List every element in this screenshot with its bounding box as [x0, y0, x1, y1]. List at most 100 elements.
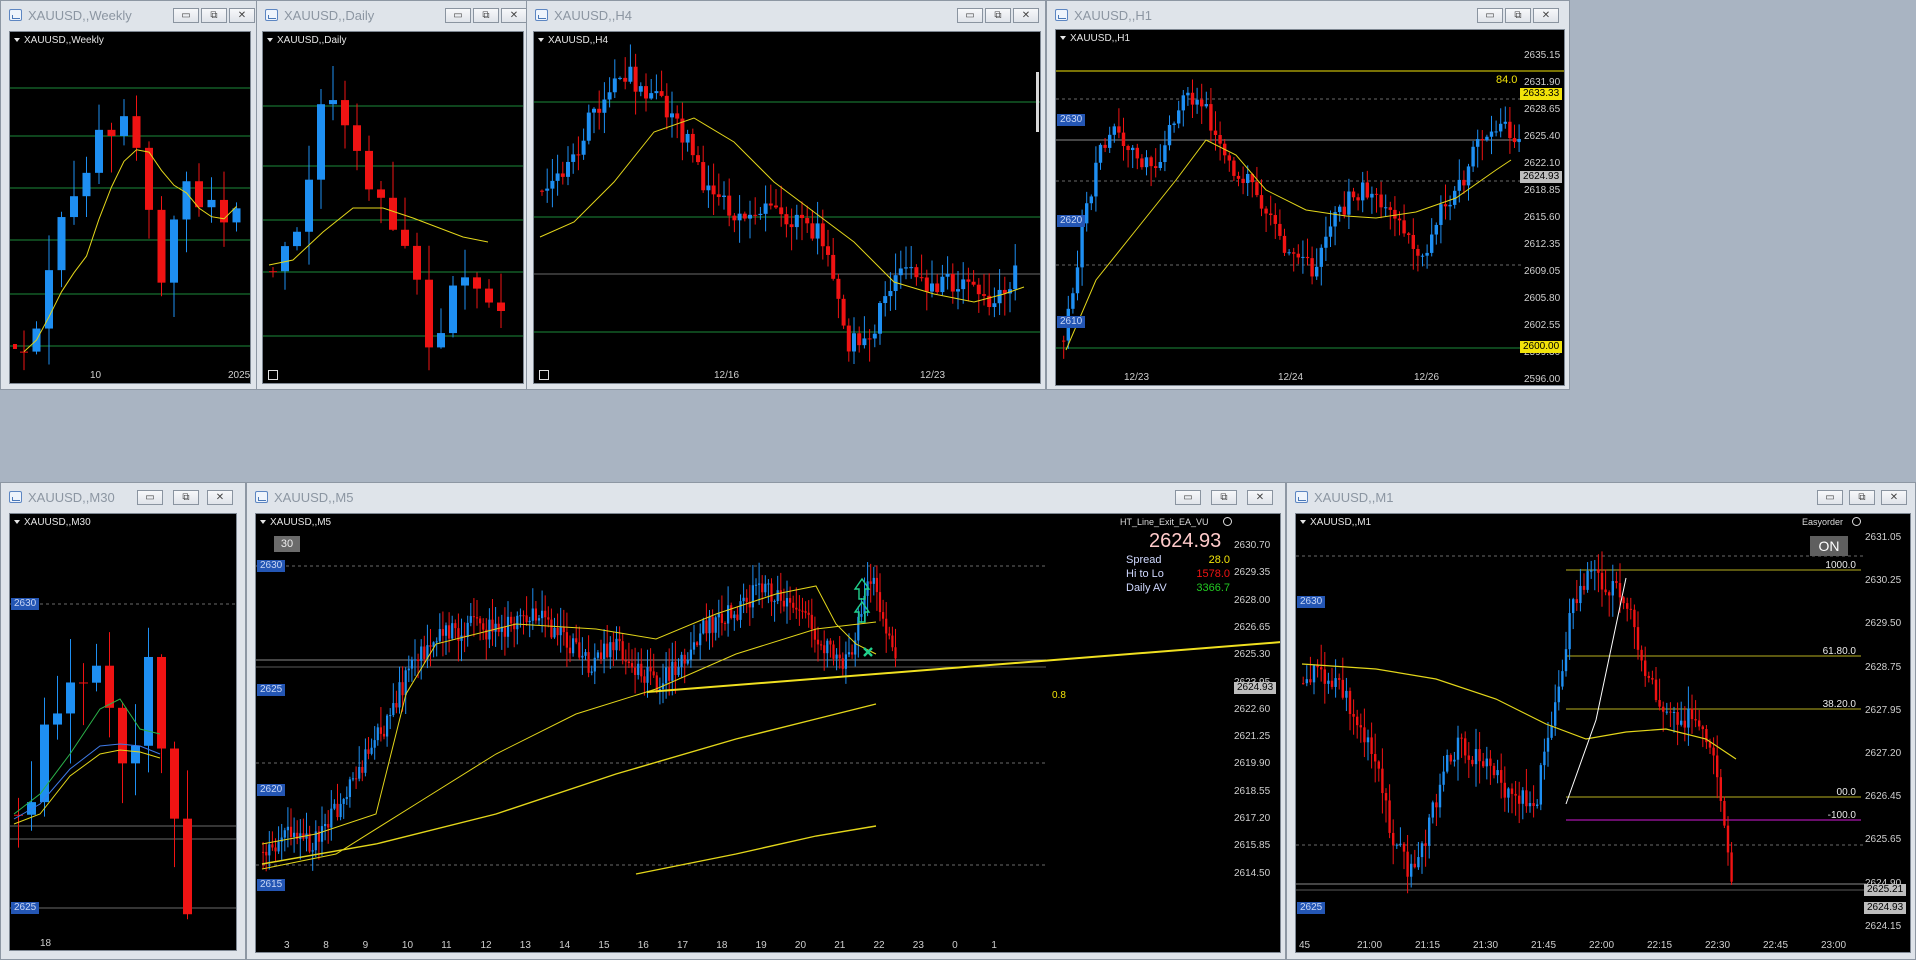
minimize-button[interactable]: ▭: [137, 490, 163, 505]
one-click-trading-icon[interactable]: [268, 370, 278, 380]
close-button[interactable]: ✕: [1533, 8, 1559, 23]
chart-window-m1[interactable]: XAUUSD,,M1 ▭ ⧉ ✕ XAUUSD,,M1 Easyorder ON…: [1286, 482, 1916, 960]
chart-window-h1[interactable]: XAUUSD,,H1 ▭ ⧉ ✕ XAUUSD,,H1 2635.15 2631.…: [1046, 0, 1570, 390]
time-label: 15: [598, 940, 610, 951]
close-button[interactable]: ✕: [1247, 490, 1273, 505]
candle-body: [847, 652, 851, 655]
candle-body: [1177, 110, 1181, 124]
candle-body: [668, 667, 671, 681]
chart-window-icon: [9, 9, 22, 21]
restore-button[interactable]: ⧉: [201, 8, 227, 23]
easyorder-toggle-button[interactable]: ON: [1810, 536, 1848, 556]
minimize-button[interactable]: ▭: [957, 8, 983, 23]
candle-body: [1305, 256, 1310, 259]
chart-area[interactable]: XAUUSD,,M30 2630 2625 18: [9, 513, 237, 951]
one-click-trading-icon[interactable]: [539, 370, 549, 380]
window-titlebar[interactable]: XAUUSD,,M5 ▭ ⧉ ✕: [247, 483, 1285, 513]
candle-body: [1347, 191, 1351, 215]
candle-body: [1167, 124, 1172, 146]
candle-body: [690, 133, 695, 156]
chart-area[interactable]: XAUUSD,,Daily: [262, 31, 524, 384]
candle-body: [1611, 581, 1614, 596]
chart-area[interactable]: XAUUSD,,Weekly 10 2025: [9, 31, 251, 384]
close-button[interactable]: ✕: [207, 490, 233, 505]
candle-body: [1485, 758, 1488, 767]
window-titlebar[interactable]: XAUUSD,,Weekly ▭ ⧉ ✕: [1, 1, 257, 31]
window-titlebar[interactable]: XAUUSD,,H4 ▭ ⧉ ✕: [527, 1, 1045, 31]
time-label: 13: [519, 940, 531, 951]
candle-body: [1698, 720, 1701, 727]
price-level-tag: 2625: [1297, 902, 1326, 914]
vertical-scrollbar[interactable]: [1036, 72, 1039, 132]
close-button[interactable]: ✕: [1881, 490, 1907, 505]
ea-stat-label: Daily AV: [1126, 582, 1167, 594]
chart-window-h4[interactable]: XAUUSD,,H4 ▭ ⧉ ✕ XAUUSD,,H4 12/16 12/23: [526, 0, 1046, 390]
fib-level-label: 38.20.0: [1822, 699, 1856, 710]
chart-window-daily[interactable]: XAUUSD,,Daily ▭ ⧉ ✕ XAUUSD,,Daily: [256, 0, 528, 390]
restore-button[interactable]: ⧉: [985, 8, 1011, 23]
restore-button[interactable]: ⧉: [1849, 490, 1875, 505]
candle-body: [1471, 146, 1475, 167]
minimize-button[interactable]: ▭: [445, 8, 471, 23]
candle-body: [1464, 738, 1467, 756]
window-titlebar[interactable]: XAUUSD,,M30 ▭ ⧉ ✕: [1, 483, 245, 513]
moving-average-line: [268, 207, 489, 266]
window-titlebar[interactable]: XAUUSD,,M1 ▭ ⧉ ✕: [1287, 483, 1915, 513]
candle-body: [541, 610, 544, 619]
restore-button[interactable]: ⧉: [1211, 490, 1237, 505]
close-button[interactable]: ✕: [501, 8, 527, 23]
candle-body: [1302, 683, 1305, 685]
chart-window-m30[interactable]: XAUUSD,,M30 ▭ ⧉ ✕ XAUUSD,,M30 2630 2625 …: [0, 482, 246, 960]
price-label: 2615.85: [1234, 840, 1271, 852]
candle-body: [1582, 585, 1586, 590]
chart-area[interactable]: XAUUSD,,M5 30 HT_Line_Exit_EA_VU 2624.93…: [255, 513, 1281, 953]
minimize-button[interactable]: ▭: [173, 8, 199, 23]
price-label: 2631.05: [1865, 532, 1902, 543]
candle-body: [711, 616, 714, 633]
close-button[interactable]: ✕: [1013, 8, 1039, 23]
minimize-button[interactable]: ▭: [1477, 8, 1503, 23]
ea-smiley-icon[interactable]: [1223, 517, 1232, 526]
candle-body: [720, 613, 723, 623]
candle-body: [736, 614, 739, 620]
candle-body: [844, 654, 847, 669]
candle-body: [800, 214, 804, 219]
restore-button[interactable]: ⧉: [1505, 8, 1531, 23]
chart-area[interactable]: XAUUSD,,M1 Easyorder ON 2631.05 2630.25 26…: [1295, 513, 1911, 953]
chart-window-icon: [265, 9, 278, 21]
chart-area[interactable]: XAUUSD,,H4 12/16 12/23: [533, 31, 1041, 384]
candle-body: [742, 213, 747, 219]
ea-smiley-icon[interactable]: [1852, 517, 1861, 526]
candle-body: [1492, 765, 1496, 776]
candle-body: [1669, 711, 1672, 713]
candle-body: [510, 616, 513, 624]
candle-body: [550, 619, 553, 638]
candle-body: [1615, 581, 1618, 584]
candle-body: [145, 147, 153, 210]
candle-body: [1352, 713, 1355, 717]
chart-area[interactable]: XAUUSD,,H1 2635.15 2631.90 2628.65 2625.40 2…: [1055, 29, 1565, 386]
ea-stat-label: Hi to Lo: [1126, 568, 1164, 580]
chart-window-weekly[interactable]: XAUUSD,,Weekly ▭ ⧉ ✕ XAUUSD,,Weekly 10 2…: [0, 0, 258, 390]
period-badge[interactable]: 30: [274, 536, 300, 552]
candle-body: [170, 219, 178, 283]
window-titlebar[interactable]: XAUUSD,,H1 ▭ ⧉ ✕: [1047, 1, 1569, 31]
candle-body: [555, 173, 560, 181]
candle-body: [699, 633, 702, 646]
restore-button[interactable]: ⧉: [473, 8, 499, 23]
chart-symbol-label: XAUUSD,,M30: [14, 517, 91, 528]
candle-body: [320, 826, 324, 842]
close-button[interactable]: ✕: [229, 8, 255, 23]
window-titlebar[interactable]: XAUUSD,,Daily ▭ ⧉ ✕: [257, 1, 527, 31]
candle-body: [1434, 224, 1438, 235]
minimize-button[interactable]: ▭: [1175, 490, 1201, 505]
candle-body: [1359, 725, 1362, 728]
time-label: 23: [912, 940, 924, 951]
chart-window-m5[interactable]: XAUUSD,,M5 ▭ ⧉ ✕ XAUUSD,,M5 30 HT_Line_E…: [246, 482, 1286, 960]
candle-body: [66, 682, 75, 714]
candle-body: [674, 661, 677, 676]
restore-button[interactable]: ⧉: [173, 490, 199, 505]
candle-body: [976, 284, 981, 295]
candle-body: [685, 133, 690, 143]
minimize-button[interactable]: ▭: [1817, 490, 1843, 505]
